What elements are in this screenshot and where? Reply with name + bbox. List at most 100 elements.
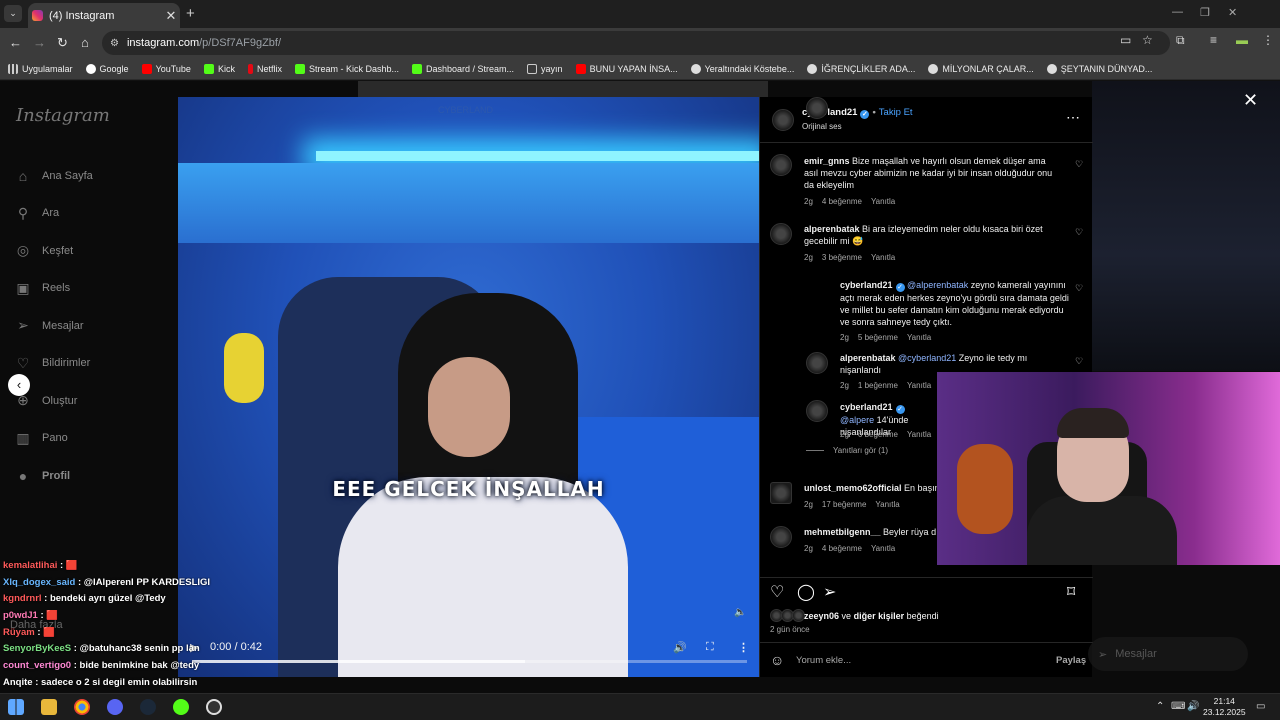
volume-tray-icon[interactable]: 🔊 (1187, 701, 1199, 712)
obs-icon[interactable] (206, 699, 222, 715)
audio-label[interactable]: Orijinal ses (802, 122, 842, 131)
speaker-icon[interactable]: 🔈 (734, 607, 746, 618)
nav-notifications[interactable]: ♡ Bildirimler (14, 345, 164, 383)
avatar[interactable] (770, 526, 792, 548)
reload-icon[interactable]: ↻ (57, 35, 68, 51)
reply-button[interactable]: Yanıtla (875, 500, 899, 509)
share-icon[interactable]: ➢ (823, 582, 836, 602)
post-options-icon[interactable]: ⋯ (1066, 109, 1080, 126)
comment-mention[interactable]: @alpere (840, 415, 874, 425)
nav-search[interactable]: ⚲ Ara (14, 195, 164, 233)
bookmark-kick[interactable]: Kick (203, 63, 235, 74)
like-comment-icon[interactable]: ♡ (1075, 356, 1083, 367)
comment-user[interactable]: cyberland21 (840, 280, 893, 290)
comment-user[interactable]: unlost_memo62official (804, 483, 902, 493)
discord-icon[interactable] (107, 699, 123, 715)
reply-button[interactable]: Yanıtla (871, 197, 895, 206)
network-icon[interactable]: ⌨ (1171, 701, 1185, 712)
emoji-icon[interactable]: ☺ (770, 652, 784, 668)
comment-user[interactable]: mehmetbilgenn__ (804, 527, 881, 537)
nav-home[interactable]: ⌂ Ana Sayfa (14, 157, 164, 195)
nav-profile[interactable]: ● Profil (14, 457, 164, 495)
system-clock[interactable]: 21:14 23.12.2025 (1203, 696, 1246, 718)
home-icon[interactable]: ⌂ (81, 35, 89, 50)
chrome-icon[interactable] (74, 699, 90, 715)
tab-close-icon[interactable]: ✕ (162, 8, 180, 24)
bookmark-youtube[interactable]: YouTube (141, 63, 191, 74)
nav-messages[interactable]: ➢ Mesajlar (14, 307, 164, 345)
bookmark-kick-dashboard[interactable]: Stream - Kick Dashb... (294, 63, 399, 74)
notifications-icon[interactable]: ▭ (1256, 701, 1265, 712)
liker-name[interactable]: zeeyn06 (804, 611, 839, 621)
like-comment-icon[interactable]: ♡ (1075, 227, 1083, 238)
bookmark-google[interactable]: Google (85, 63, 129, 74)
nav-reels[interactable]: ▣ Reels (14, 270, 164, 308)
minimize-icon[interactable]: — (1172, 6, 1183, 18)
browser-menu-icon[interactable]: ⋮ (1262, 33, 1274, 47)
comment-likes[interactable]: 4 beğenme (822, 544, 862, 553)
nav-create[interactable]: ⊕ Oluştur (14, 382, 164, 420)
avatar[interactable] (770, 223, 792, 245)
see-replies-button[interactable]: Yanıtları gör (1) (806, 446, 888, 455)
file-explorer-icon[interactable] (41, 699, 57, 715)
close-modal-icon[interactable]: ✕ (1243, 90, 1258, 111)
post-comment-button[interactable]: Paylaş (1056, 655, 1086, 666)
tab-instagram[interactable]: (4) Instagram ✕ (28, 3, 180, 28)
avatar[interactable] (770, 482, 792, 504)
comment-user[interactable]: emir_gnns (804, 156, 850, 166)
like-comment-icon[interactable]: ♡ (1075, 159, 1083, 170)
comment-likes[interactable]: 3 beğenme (822, 253, 862, 262)
like-comment-icon[interactable]: ♡ (1075, 283, 1083, 294)
bookmark-star-icon[interactable]: ☆ (1142, 33, 1153, 47)
site-info-icon[interactable]: ⚙ (110, 38, 119, 49)
window-close-icon[interactable]: ✕ (1228, 6, 1237, 19)
comment-user[interactable]: alperenbatak (804, 224, 860, 234)
tab-search-button[interactable]: ⌄ (4, 5, 22, 22)
address-bar[interactable]: ⚙ instagram.com/p/DSf7AF9gZbf/ (102, 31, 1170, 55)
avatar[interactable] (770, 154, 792, 176)
volume-icon[interactable]: 🔊 (673, 641, 687, 654)
bookmark-video-1[interactable]: BUNU YAPAN İNSA... (575, 63, 678, 74)
forward-icon[interactable]: → (33, 35, 46, 50)
avatar[interactable] (806, 352, 828, 374)
reply-button[interactable]: Yanıtla (871, 544, 895, 553)
bookmark-video-3[interactable]: İĞRENÇLİKLER ADA... (807, 63, 915, 74)
restore-icon[interactable]: ❐ (1200, 6, 1210, 19)
follow-button[interactable]: Takip Et (879, 107, 913, 118)
bookmark-video-5[interactable]: ŞEYTANIN DÜNYAD... (1046, 63, 1152, 74)
cast-icon[interactable]: ▭ (1120, 33, 1131, 47)
video-player[interactable]: CYBERLAND EEE GELCEK İNŞALLAH 🔈 ▶ 0:00 /… (178, 97, 759, 677)
comment-likes[interactable]: 17 beğenme (822, 500, 866, 509)
comment-input[interactable]: Yorum ekle... (796, 655, 851, 666)
comment-likes[interactable]: 1 beğenme (858, 381, 898, 390)
bookmark-apps[interactable]: Uygulamalar (8, 63, 73, 74)
comment-mention[interactable]: @alperenbatak (907, 280, 968, 290)
avatar[interactable] (806, 400, 828, 422)
video-more-icon[interactable]: ⋮ (738, 641, 749, 654)
tray-overflow-icon[interactable]: ⌃ (1156, 701, 1164, 712)
fullscreen-icon[interactable]: ⛶ (706, 641, 714, 654)
comment-likes[interactable]: 5 beğenme (858, 333, 898, 342)
instagram-logo[interactable]: Instagram (16, 105, 110, 126)
comment-user[interactable]: alperenbatak (840, 353, 896, 363)
bookmark-netflix[interactable]: Netflix (247, 63, 282, 74)
bookmark-video-2[interactable]: Yeraltındaki Köstebe... (690, 63, 794, 74)
reading-list-icon[interactable]: ≡ (1210, 33, 1217, 47)
nav-dashboard[interactable]: ▥ Pano (14, 420, 164, 458)
like-icon[interactable]: ♡ (770, 582, 784, 602)
reply-button[interactable]: Yanıtla (907, 381, 931, 390)
steam-icon[interactable] (140, 699, 156, 715)
comment-likes[interactable]: 6 beğenme (858, 430, 898, 439)
extensions-icon[interactable]: ⧉ (1176, 33, 1185, 48)
reply-button[interactable]: Yanıtla (871, 253, 895, 262)
windows-start-icon[interactable] (8, 699, 24, 715)
previous-post-button[interactable]: ‹ (8, 374, 30, 396)
video-progress-bar[interactable] (192, 660, 747, 663)
comment-icon[interactable]: ◯ (797, 582, 815, 602)
new-tab-button[interactable]: + (186, 5, 195, 22)
avatar[interactable] (772, 109, 794, 131)
profile-avatar-icon[interactable]: ▬ (1236, 33, 1248, 47)
messages-floating-button[interactable]: ➢ Mesajlar (1088, 637, 1248, 671)
comment-user[interactable]: cyberland21 (840, 402, 893, 412)
bookmark-folder-yayin[interactable]: yayın (527, 63, 563, 74)
